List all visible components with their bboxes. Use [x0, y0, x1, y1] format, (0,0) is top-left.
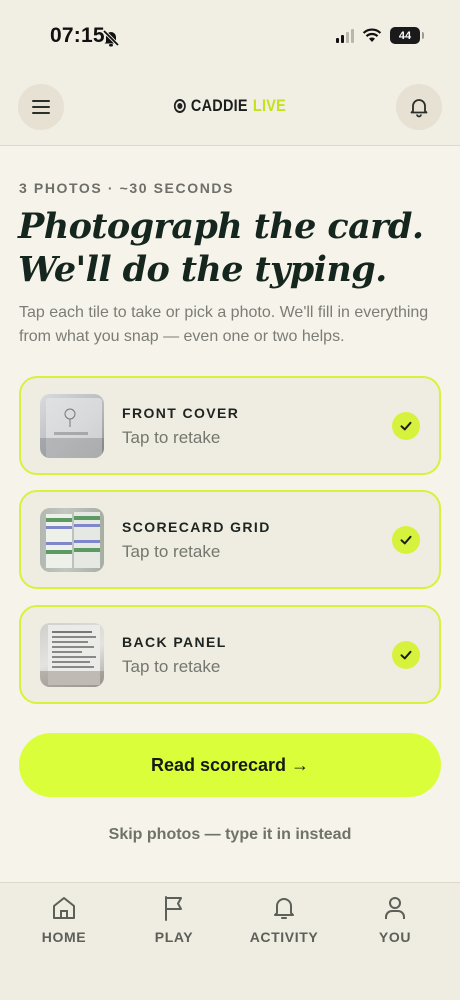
- notifications-button[interactable]: [396, 84, 442, 130]
- scorecard-grid-thumbnail: [40, 508, 104, 572]
- instructions-text: Tap each tile to take or pick a photo. W…: [19, 304, 429, 345]
- status-time: 07:15: [50, 24, 105, 47]
- app-header: CADDIE LIVE: [0, 72, 460, 146]
- tile-subtitle: Tap to retake: [122, 542, 221, 561]
- app-logo: CADDIE LIVE: [35, 96, 426, 116]
- eyebrow-label: 3 PHOTOS · ~30 SECONDS: [19, 180, 235, 196]
- photo-tile-front-cover[interactable]: FRONT COVER Tap to retake: [19, 376, 441, 475]
- logo-live: LIVE: [252, 96, 287, 115]
- tile-title: BACK PANEL: [122, 634, 227, 650]
- main-content: 3 PHOTOS · ~30 SECONDS Photograph the ca…: [0, 147, 460, 882]
- nav-item-you[interactable]: YOU: [349, 895, 441, 945]
- person-icon: [385, 897, 405, 919]
- check-icon: [392, 412, 420, 440]
- home-icon: [53, 897, 75, 919]
- bottom-nav: HOME PLAY ACTIVITY YOU: [0, 882, 460, 1000]
- cellular-signal-icon: [336, 28, 354, 43]
- photo-tile-scorecard-grid[interactable]: SCORECARD GRID Tap to retake: [19, 490, 441, 589]
- nav-label-activity: ACTIVITY: [249, 929, 319, 945]
- nav-item-play[interactable]: PLAY: [128, 895, 220, 945]
- front-cover-thumbnail: [40, 394, 104, 458]
- nav-item-home[interactable]: HOME: [18, 895, 110, 945]
- battery-level: 44: [398, 29, 412, 42]
- skip-photos-link[interactable]: Skip photos — type it in instead: [0, 826, 460, 844]
- nav-item-activity[interactable]: ACTIVITY: [238, 895, 330, 945]
- status-bar: 07:15 44: [0, 0, 460, 72]
- logo-name: CADDIE: [190, 96, 248, 115]
- bell-icon: [274, 898, 294, 919]
- back-panel-thumbnail: [40, 623, 104, 687]
- check-icon: [392, 641, 420, 669]
- bell-icon: [410, 99, 428, 118]
- tile-subtitle: Tap to retake: [122, 657, 221, 676]
- flag-icon: [165, 896, 182, 921]
- tile-title: FRONT COVER: [122, 405, 240, 421]
- nav-label-home: HOME: [41, 929, 87, 945]
- nav-label-you: YOU: [378, 929, 412, 945]
- nav-label-play: PLAY: [154, 929, 194, 945]
- read-scorecard-button[interactable]: Read scorecard →: [19, 733, 441, 797]
- wifi-icon: [362, 28, 382, 42]
- check-icon: [392, 526, 420, 554]
- tile-title: SCORECARD GRID: [122, 519, 271, 535]
- headline-line-2: We'll do the typing.: [18, 249, 387, 290]
- battery-indicator: 44: [390, 27, 424, 44]
- logo-mark-icon: [173, 99, 186, 113]
- photo-tile-back-panel[interactable]: BACK PANEL Tap to retake: [19, 605, 441, 704]
- headline-line-1: Photograph the card.: [18, 206, 424, 247]
- page-title: Photograph the card. We'll do the typing…: [18, 205, 448, 291]
- bell-slash-icon: [102, 29, 120, 47]
- tile-subtitle: Tap to retake: [122, 428, 221, 447]
